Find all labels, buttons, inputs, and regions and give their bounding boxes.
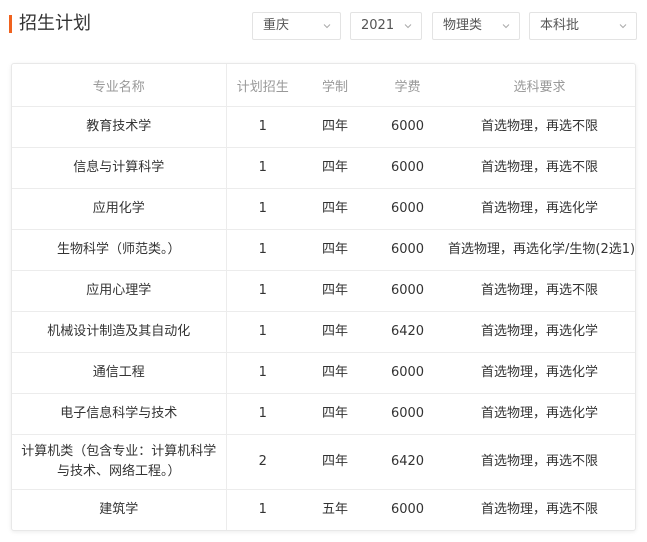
fee-cell: 6420 — [371, 434, 444, 490]
table-row: 建筑学 1 五年 6000 首选物理，再选不限 — [12, 489, 635, 530]
requirement-cell: 首选物理，再选化学/生物(2选1) — [444, 229, 635, 271]
plan-cell: 1 — [226, 352, 299, 394]
plan-cell: 1 — [226, 311, 299, 353]
major-cell: 通信工程 — [12, 352, 227, 394]
batch-select-value: 本科批 — [540, 18, 580, 33]
column-header-plan: 计划招生 — [226, 64, 299, 107]
years-cell: 四年 — [299, 270, 371, 312]
fee-cell: 6000 — [371, 393, 444, 435]
table-row: 计算机类（包含专业：计算机科学与技术、网络工程。） 2 四年 6420 首选物理… — [12, 434, 635, 490]
column-header-major: 专业名称 — [12, 64, 227, 107]
plan-cell: 2 — [226, 434, 299, 490]
major-cell: 信息与计算科学 — [12, 147, 227, 189]
title-accent-bar — [9, 15, 12, 33]
table-row: 应用心理学 1 四年 6000 首选物理，再选不限 — [12, 270, 635, 312]
column-header-fee: 学费 — [371, 64, 444, 107]
major-cell: 电子信息科学与技术 — [12, 393, 227, 435]
table-row: 生物科学（师范类。） 1 四年 6000 首选物理，再选化学/生物(2选1) — [12, 229, 635, 271]
requirement-cell: 首选物理，再选不限 — [444, 270, 635, 312]
fee-cell: 6000 — [371, 147, 444, 189]
requirement-cell: 首选物理，再选不限 — [444, 106, 635, 148]
years-cell: 四年 — [299, 188, 371, 230]
enrollment-plan-table: 专业名称 计划招生 学制 学费 选科要求 教育技术学 1 四年 6000 首选物… — [12, 64, 635, 530]
fee-cell: 6000 — [371, 229, 444, 271]
province-select[interactable]: 重庆 — [252, 12, 341, 40]
fee-cell: 6000 — [371, 352, 444, 394]
page-header: 招生计划 重庆 2021 物理类 本科批 — [0, 0, 647, 56]
table-row: 电子信息科学与技术 1 四年 6000 首选物理，再选化学 — [12, 393, 635, 435]
chevron-down-icon — [404, 22, 412, 30]
chevron-down-icon — [502, 22, 510, 30]
years-cell: 四年 — [299, 147, 371, 189]
fee-cell: 6000 — [371, 270, 444, 312]
requirement-cell: 首选物理，再选不限 — [444, 147, 635, 189]
major-cell: 应用心理学 — [12, 270, 227, 312]
plan-cell: 1 — [226, 106, 299, 148]
major-cell: 建筑学 — [12, 489, 227, 530]
table-row: 教育技术学 1 四年 6000 首选物理，再选不限 — [12, 106, 635, 148]
subject-select-value: 物理类 — [443, 18, 483, 33]
requirement-cell: 首选物理，再选化学 — [444, 188, 635, 230]
province-select-value: 重庆 — [263, 18, 290, 33]
years-cell: 四年 — [299, 352, 371, 394]
years-cell: 四年 — [299, 393, 371, 435]
requirement-cell: 首选物理，再选化学 — [444, 311, 635, 353]
table-row: 通信工程 1 四年 6000 首选物理，再选化学 — [12, 352, 635, 394]
plan-cell: 1 — [258, 502, 267, 517]
major-cell: 生物科学（师范类。） — [12, 229, 227, 271]
table-row: 机械设计制造及其自动化 1 四年 6420 首选物理，再选化学 — [12, 311, 635, 353]
table-row: 应用化学 1 四年 6000 首选物理，再选化学 — [12, 188, 635, 230]
fee-cell: 6420 — [371, 311, 444, 353]
page-title: 招生计划 — [19, 13, 91, 34]
major-cell: 机械设计制造及其自动化 — [12, 311, 227, 353]
fee-cell: 6000 — [371, 106, 444, 148]
years-cell: 四年 — [299, 229, 371, 271]
plan-cell: 1 — [226, 188, 299, 230]
years-cell: 四年 — [299, 434, 371, 490]
column-header-requirement: 选科要求 — [444, 64, 635, 107]
major-cell: 教育技术学 — [12, 106, 227, 148]
years-cell: 四年 — [299, 311, 371, 353]
requirement-cell: 首选物理，再选化学 — [444, 393, 635, 435]
chevron-down-icon — [323, 22, 331, 30]
years-cell: 四年 — [299, 106, 371, 148]
requirement-cell: 首选物理，再选不限 — [444, 434, 635, 490]
major-cell: 应用化学 — [12, 188, 227, 230]
table-row: 信息与计算科学 1 四年 6000 首选物理，再选不限 — [12, 147, 635, 189]
plan-cell: 1 — [226, 147, 299, 189]
requirement-cell: 首选物理，再选化学 — [444, 352, 635, 394]
table-header-row: 专业名称 计划招生 学制 学费 选科要求 — [12, 64, 635, 107]
fee-cell: 6000 — [390, 502, 425, 517]
major-cell: 计算机类（包含专业：计算机科学与技术、网络工程。） — [12, 434, 227, 490]
years-cell: 五年 — [321, 502, 348, 517]
column-header-years: 学制 — [299, 64, 371, 107]
enrollment-plan-table-card: 专业名称 计划招生 学制 学费 选科要求 教育技术学 1 四年 6000 首选物… — [11, 63, 636, 531]
chevron-down-icon — [619, 22, 627, 30]
batch-select[interactable]: 本科批 — [529, 12, 637, 40]
subject-select[interactable]: 物理类 — [432, 12, 520, 40]
fee-cell: 6000 — [371, 188, 444, 230]
plan-cell: 1 — [226, 270, 299, 312]
year-select[interactable]: 2021 — [350, 12, 422, 40]
plan-cell: 1 — [226, 229, 299, 271]
year-select-value: 2021 — [361, 18, 395, 33]
plan-cell: 1 — [226, 393, 299, 435]
requirement-cell: 首选物理，再选不限 — [480, 502, 598, 517]
